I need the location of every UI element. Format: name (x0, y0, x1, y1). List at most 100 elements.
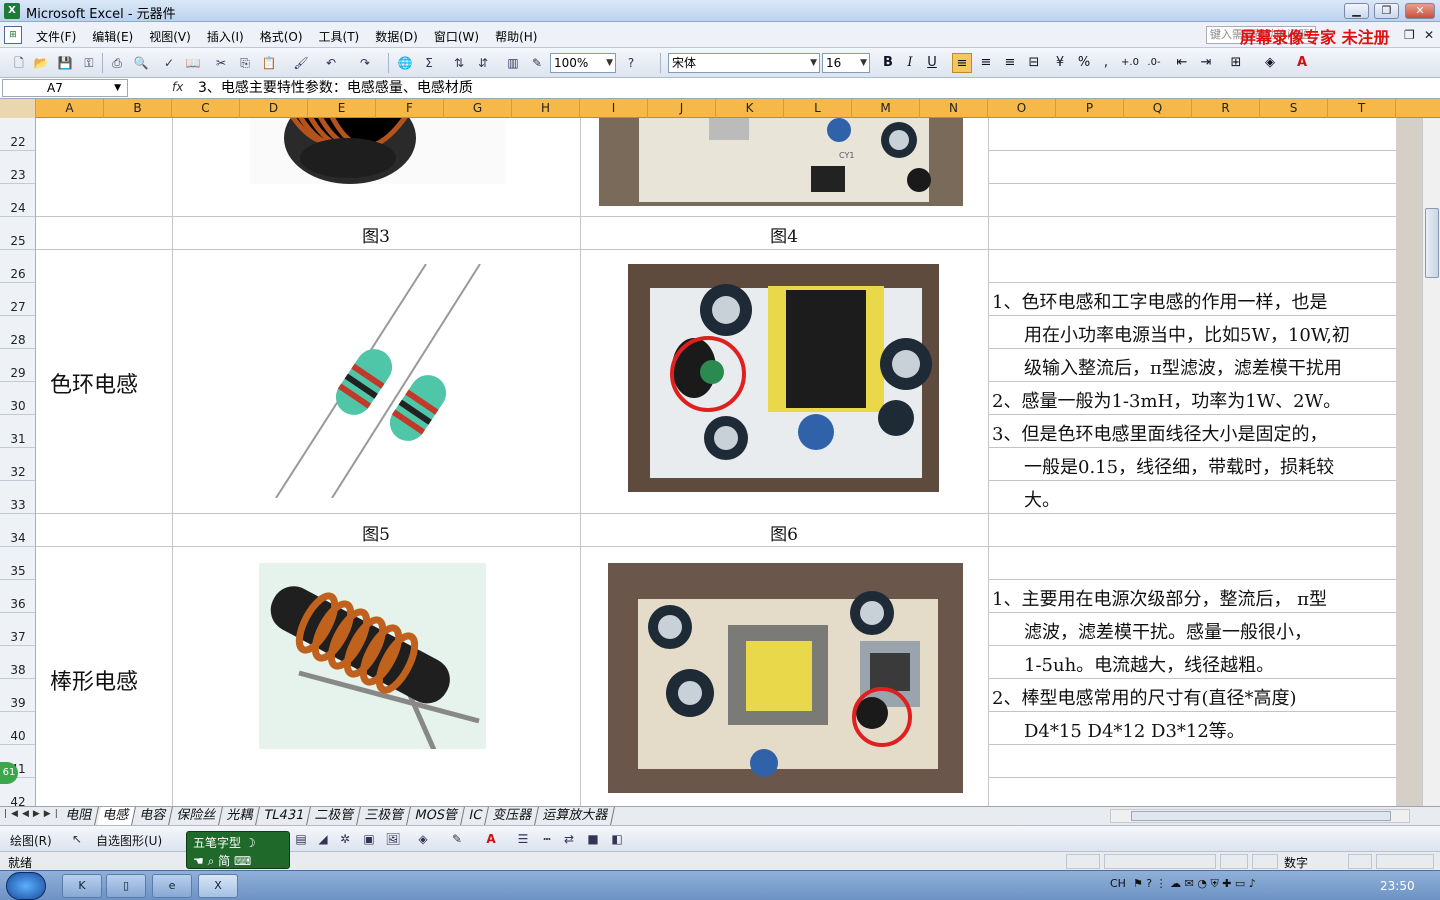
increase-indent-icon[interactable]: ⇥ (1196, 53, 1216, 73)
line-style-icon[interactable]: ☰ (514, 830, 532, 848)
picture-icon[interactable]: 🖼 (384, 830, 402, 848)
format-painter-icon[interactable]: 🖌 (292, 54, 310, 72)
row-header-34[interactable]: 34 (0, 514, 35, 547)
doc-restore-icon[interactable]: ❐ (1404, 28, 1415, 42)
font-size-select[interactable]: 16 ▼ (822, 53, 870, 73)
row-header-22[interactable]: 22 (0, 118, 35, 151)
wordart-icon[interactable]: ◢ (314, 830, 332, 848)
spelling-icon[interactable]: ✓ (160, 54, 178, 72)
column-header-K[interactable]: K (716, 99, 784, 118)
diagram-icon[interactable]: ✲ (336, 830, 354, 848)
merge-center-button[interactable]: ⊟ (1024, 53, 1044, 73)
column-header-D[interactable]: D (240, 99, 308, 118)
tray-language[interactable]: CH (1110, 877, 1126, 890)
column-header-M[interactable]: M (852, 99, 920, 118)
column-header-A[interactable]: A (36, 99, 104, 118)
fill-color-icon[interactable]: ◈ (1260, 53, 1280, 73)
column-header-L[interactable]: L (784, 99, 852, 118)
image-pcb-fig6[interactable] (628, 264, 939, 492)
doc-close-icon[interactable]: ✕ (1424, 28, 1434, 42)
taskbar-app-k-icon[interactable]: K (62, 874, 102, 898)
column-header-Q[interactable]: Q (1124, 99, 1192, 118)
minimize-button[interactable]: ▁ (1344, 3, 1369, 19)
sheet-tab-光耦[interactable]: 光耦 (221, 807, 260, 825)
row-header-37[interactable]: 37 (0, 613, 35, 646)
column-header-H[interactable]: H (512, 99, 580, 118)
row-header-27[interactable]: 27 (0, 283, 35, 316)
column-header-T[interactable]: T (1328, 99, 1396, 118)
align-center-button[interactable]: ≡ (976, 53, 996, 73)
align-right-button[interactable]: ≡ (1000, 53, 1020, 73)
textbox-icon[interactable]: ▤ (292, 830, 310, 848)
percent-button[interactable]: % (1074, 53, 1094, 73)
autoshapes-button[interactable]: 自选图形(U) (96, 832, 162, 849)
sheet-tab-电阻[interactable]: 电阻 (60, 807, 99, 825)
borders-icon[interactable]: ⊞ (1226, 53, 1246, 73)
image-pcb-fig-rod[interactable] (608, 563, 963, 793)
column-header-J[interactable]: J (648, 99, 716, 118)
redo-icon[interactable]: ↷ (356, 54, 374, 72)
line-color-icon[interactable]: ✎ (448, 830, 466, 848)
select-objects-icon[interactable]: ↖ (68, 830, 86, 848)
3d-icon[interactable]: ◧ (608, 830, 626, 848)
menu-tools[interactable]: 工具(T) (311, 26, 368, 47)
undo-icon[interactable]: ↶ (322, 54, 340, 72)
taskbar-app-excel-icon[interactable]: X (198, 874, 238, 898)
bold-button[interactable]: B (878, 53, 898, 73)
sheet-tab-TL431[interactable]: TL431 (258, 807, 311, 825)
decrease-indent-icon[interactable]: ⇤ (1172, 53, 1192, 73)
sort-descending-icon[interactable]: ⇵ (474, 54, 492, 72)
ime-status-bar[interactable]: 五笔字型 ☽ ☚ ⌕ 简 ⌨ (186, 831, 290, 869)
menu-help[interactable]: 帮助(H) (487, 26, 545, 47)
row-header-26[interactable]: 26 (0, 250, 35, 283)
row-header-23[interactable]: 23 (0, 151, 35, 184)
help-icon[interactable]: ? (622, 54, 640, 72)
font-color-icon[interactable]: A (482, 830, 500, 848)
image-i-shaped-inductor[interactable] (250, 118, 506, 184)
row-header-28[interactable]: 28 (0, 316, 35, 349)
fill-color-icon[interactable]: ◈ (414, 830, 432, 848)
print-preview-icon[interactable]: 🔍 (132, 54, 150, 72)
column-header-I[interactable]: I (580, 99, 648, 118)
increase-decimal-icon[interactable]: +.0 (1120, 53, 1140, 73)
sheet-tab-三极管[interactable]: 三极管 (359, 807, 412, 825)
column-header-E[interactable]: E (308, 99, 376, 118)
menu-window[interactable]: 窗口(W) (426, 26, 487, 47)
restore-button[interactable]: ❐ (1374, 3, 1399, 19)
column-header-N[interactable]: N (920, 99, 988, 118)
row-header-24[interactable]: 24 (0, 184, 35, 217)
menu-file[interactable]: 文件(F) (28, 26, 84, 47)
close-button[interactable]: ✕ (1405, 3, 1435, 19)
clipart-icon[interactable]: ▣ (360, 830, 378, 848)
font-name-select[interactable]: 宋体 ▼ (668, 53, 820, 73)
vertical-scrollbar[interactable] (1422, 118, 1440, 806)
open-icon[interactable]: 📂 (32, 54, 50, 72)
sheet-tab-IC[interactable]: IC (462, 807, 489, 825)
row-header-25[interactable]: 25 (0, 217, 35, 250)
row-header-38[interactable]: 38 (0, 646, 35, 679)
start-button[interactable] (6, 872, 46, 900)
sheet-tab-运算放大器[interactable]: 运算放大器 (536, 807, 615, 825)
autosum-icon[interactable]: Σ (420, 54, 438, 72)
name-box[interactable]: A7 ▼ (2, 79, 128, 97)
row-header-36[interactable]: 36 (0, 580, 35, 613)
comma-button[interactable]: , (1096, 53, 1116, 73)
paste-icon[interactable]: 📋 (260, 54, 278, 72)
new-icon[interactable]: 🗋 (10, 54, 28, 72)
menu-edit[interactable]: 编辑(E) (84, 26, 141, 47)
row-header-32[interactable]: 32 (0, 448, 35, 481)
image-rod-inductor[interactable] (259, 563, 486, 749)
worksheet-grid[interactable]: CY1 图3 图4 图5 图6 色环电感 棒形电感 1、色环电感和工字电感的作用… (36, 118, 1396, 806)
taskbar-clock[interactable]: 23:50 (1380, 879, 1415, 893)
image-color-ring-inductor[interactable] (266, 264, 490, 498)
zoom-select[interactable]: 100% ▼ (550, 53, 616, 73)
horizontal-scrollbar[interactable] (1110, 809, 1410, 823)
dash-style-icon[interactable]: ┅ (538, 830, 556, 848)
print-icon[interactable]: ⎙ (108, 54, 126, 72)
align-left-button[interactable]: ≡ (952, 53, 972, 73)
fx-icon[interactable]: fx (172, 80, 183, 94)
select-all-corner[interactable] (0, 99, 36, 118)
menu-data[interactable]: 数据(D) (367, 26, 426, 47)
column-header-F[interactable]: F (376, 99, 444, 118)
row-header-30[interactable]: 30 (0, 382, 35, 415)
